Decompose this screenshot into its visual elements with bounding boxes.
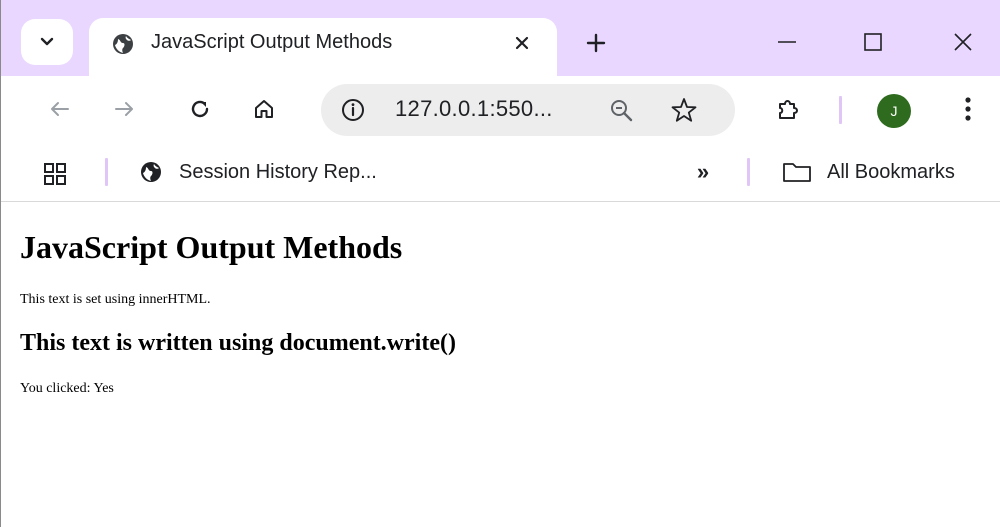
more-menu-icon <box>965 97 971 121</box>
bookmark-star-icon[interactable] <box>669 95 699 125</box>
maximize-button[interactable] <box>851 22 895 62</box>
apps-grid-icon[interactable] <box>41 160 69 188</box>
bookmarks-separator <box>747 158 750 186</box>
maximize-icon <box>864 33 882 51</box>
back-arrow-icon <box>51 102 69 116</box>
minimize-icon <box>778 41 796 43</box>
bookmarks-separator <box>105 158 108 186</box>
extensions-button[interactable] <box>769 90 807 128</box>
globe-icon <box>141 162 161 182</box>
back-button[interactable] <box>41 90 79 128</box>
tab-active[interactable]: JavaScript Output Methods <box>89 18 557 76</box>
window-close-button[interactable] <box>941 22 985 62</box>
tab-search-button[interactable] <box>21 19 73 65</box>
menu-button[interactable] <box>949 90 987 128</box>
chevron-down-icon <box>40 37 54 46</box>
page-heading: JavaScript Output Methods <box>20 229 403 265</box>
forward-button[interactable] <box>105 90 143 128</box>
minimize-button[interactable] <box>765 22 809 62</box>
forward-arrow-icon <box>115 102 133 116</box>
innerhtml-text: This text is set using innerHTML. <box>20 292 211 307</box>
tab-close-button[interactable] <box>507 28 537 58</box>
home-icon <box>255 100 273 118</box>
bookmarks-overflow-button[interactable]: » <box>689 157 717 187</box>
site-info-icon[interactable] <box>339 96 367 124</box>
bookmarks-bar: Session History Rep... » All Bookmarks <box>1 142 1000 202</box>
all-bookmarks-button[interactable]: All Bookmarks <box>781 156 955 188</box>
browser-toolbar: 127.0.0.1:550... J <box>1 76 1000 142</box>
bookmark-session-history[interactable]: Session History Rep... <box>139 156 377 188</box>
close-icon <box>515 36 529 50</box>
tab-strip: JavaScript Output Methods <box>1 0 1000 76</box>
extensions-icon <box>779 100 798 119</box>
click-result-text: You clicked: Yes <box>20 381 114 396</box>
profile-avatar[interactable]: J <box>877 94 911 128</box>
new-tab-button[interactable] <box>579 26 613 60</box>
reload-icon <box>191 100 209 118</box>
close-icon <box>954 33 972 51</box>
toolbar-separator <box>839 96 842 124</box>
zoom-icon[interactable] <box>607 96 637 126</box>
globe-icon <box>113 34 133 54</box>
browser-window: JavaScript Output Methods 127.0.0.1:550.… <box>0 0 1000 527</box>
reload-button[interactable] <box>181 90 219 128</box>
url-text[interactable]: 127.0.0.1:550... <box>395 96 553 122</box>
tab-title: JavaScript Output Methods <box>151 31 393 53</box>
address-bar[interactable]: 127.0.0.1:550... <box>321 84 735 136</box>
bookmark-label: Session History Rep... <box>179 160 377 183</box>
plus-icon <box>586 33 606 53</box>
page-content: JavaScript Output Methods This text is s… <box>2 203 1000 527</box>
all-bookmarks-label: All Bookmarks <box>827 160 955 183</box>
document-write-heading: This text is written using document.writ… <box>20 330 456 356</box>
avatar-initial: J <box>890 103 898 119</box>
home-button[interactable] <box>245 90 283 128</box>
folder-icon <box>783 163 811 182</box>
